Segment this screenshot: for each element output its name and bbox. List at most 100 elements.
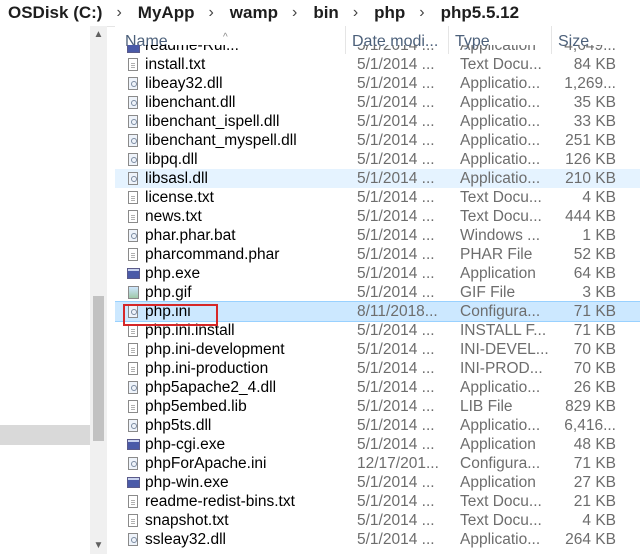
file-name: php5ts.dll xyxy=(145,416,212,434)
table-row[interactable]: phpForApache.ini 12/17/201... Configura...… xyxy=(115,454,640,473)
scrollbar-thumb[interactable] xyxy=(93,296,104,441)
file-size: 84 KB xyxy=(573,55,616,73)
file-type: Application xyxy=(460,45,536,54)
scroll-down-arrow-icon[interactable]: ▼ xyxy=(90,537,107,554)
file-size: 71 KB xyxy=(573,321,616,339)
table-row[interactable]: php.exe 5/1/2014 ... Application 64 KB xyxy=(115,264,640,283)
file-size: 48 KB xyxy=(573,435,616,453)
file-size: 4 KB xyxy=(582,188,616,206)
file-size: 444 KB xyxy=(565,207,616,225)
navigation-pane-selected-item[interactable] xyxy=(0,425,90,445)
table-row[interactable]: readme-redist-bins.txt 5/1/2014 ... Text D… xyxy=(115,492,640,511)
table-row[interactable]: libeay32.dll 5/1/2014 ... Applicatio... 1,2… xyxy=(115,74,640,93)
navigation-pane-scrollbar[interactable]: ▲ ▼ xyxy=(90,26,107,554)
dll-file-icon xyxy=(126,380,140,395)
table-row[interactable]: news.txt 5/1/2014 ... Text Docu... 444 KB xyxy=(115,207,640,226)
file-size: 71 KB xyxy=(573,454,616,472)
dll-file-icon xyxy=(126,114,140,129)
file-size: 4 KB xyxy=(582,511,616,529)
breadcrumb-item[interactable]: php xyxy=(366,3,407,23)
table-row[interactable]: phar.phar.bat 5/1/2014 ... Windows ... 1 KB xyxy=(115,226,640,245)
table-row[interactable]: libenchant_myspell.dll 5/1/2014 ... Applic… xyxy=(115,131,640,150)
file-name: php5embed.lib xyxy=(145,397,247,415)
dll-file-icon xyxy=(126,133,140,148)
table-row[interactable]: php.ini-production 5/1/2014 ... INI-PROD..… xyxy=(115,359,640,378)
file-type: Text Docu... xyxy=(460,511,542,529)
annotation-highlight-box xyxy=(123,304,218,326)
table-row[interactable]: libenchant_ispell.dll 5/1/2014 ... Applica… xyxy=(115,112,640,131)
navigation-pane[interactable] xyxy=(0,26,90,554)
file-size: 4,649... xyxy=(564,45,616,54)
text-file-icon xyxy=(126,399,140,414)
breadcrumb-item[interactable]: bin xyxy=(305,3,341,23)
file-date: 5/1/2014 ... xyxy=(357,245,435,263)
breadcrumb-separator-icon[interactable]: › xyxy=(280,4,305,22)
file-name: readme-redist-bins.txt xyxy=(145,492,295,510)
breadcrumb-item[interactable]: php5.5.12 xyxy=(433,3,521,23)
file-date: 5/1/2014 ... xyxy=(357,150,435,168)
file-type: Applicatio... xyxy=(460,169,541,187)
table-row[interactable]: pharcommand.phar 5/1/2014 ... PHAR File 52 … xyxy=(115,245,640,264)
table-row[interactable]: license.txt 5/1/2014 ... Text Docu... 4 KB xyxy=(115,188,640,207)
file-date: 5/1/2014 ... xyxy=(357,74,435,92)
file-size: 3 KB xyxy=(582,283,616,301)
breadcrumb-separator-icon[interactable]: › xyxy=(104,4,129,22)
table-row[interactable]: php.ini-development 5/1/2014 ... INI-DEVEL… xyxy=(115,340,640,359)
file-date: 5/1/2014 ... xyxy=(357,207,435,225)
file-date: 5/1/2014 ... xyxy=(357,435,435,453)
table-row[interactable]: libsasl.dll 5/1/2014 ... Applicatio... 210 … xyxy=(115,169,640,188)
file-type: Application xyxy=(460,264,536,282)
text-file-icon xyxy=(126,190,140,205)
table-row[interactable]: php5apache2_4.dll 5/1/2014 ... Applicatio.… xyxy=(115,378,640,397)
file-type: Applicatio... xyxy=(460,93,541,111)
text-file-icon xyxy=(126,247,140,262)
table-row[interactable]: php-cgi.exe 5/1/2014 ... Application 48 KB xyxy=(115,435,640,454)
table-row[interactable]: ssleay32.dll 5/1/2014 ... Applicatio... 264… xyxy=(115,530,640,549)
breadcrumb-item[interactable]: wamp xyxy=(222,3,280,23)
scroll-up-arrow-icon[interactable]: ▲ xyxy=(90,26,107,43)
file-size: 6,416... xyxy=(564,416,616,434)
table-row[interactable]: php-win.exe 5/1/2014 ... Application 27 KB xyxy=(115,473,640,492)
breadcrumb-separator-icon[interactable]: › xyxy=(407,4,432,22)
breadcrumb-separator-icon[interactable]: › xyxy=(196,4,221,22)
file-type: Text Docu... xyxy=(460,55,542,73)
file-type: Application xyxy=(460,435,536,453)
table-row-partial[interactable]: readme-Rul... 5/1/2014 ... Application 4… xyxy=(115,45,640,55)
table-row[interactable]: snapshot.txt 5/1/2014 ... Text Docu... 4 KB xyxy=(115,511,640,530)
file-date: 5/1/2014 ... xyxy=(357,378,435,396)
file-date: 5/1/2014 ... xyxy=(357,283,435,301)
file-date: 5/1/2014 ... xyxy=(357,340,435,358)
file-name: php.ini-production xyxy=(145,359,269,377)
file-size: 264 KB xyxy=(565,530,616,548)
text-file-icon xyxy=(126,361,140,376)
table-row[interactable]: php.gif 5/1/2014 ... GIF File 3 KB xyxy=(115,283,640,302)
file-name: libeay32.dll xyxy=(145,74,223,92)
exe-file-icon xyxy=(126,437,140,452)
file-type: PHAR File xyxy=(460,245,533,263)
text-file-icon xyxy=(126,342,140,357)
dll-file-icon xyxy=(126,95,140,110)
file-date: 5/1/2014 ... xyxy=(357,511,435,529)
table-row[interactable]: php5ts.dll 5/1/2014 ... Applicatio... 6,416… xyxy=(115,416,640,435)
table-row[interactable]: php5embed.lib 5/1/2014 ... LIB File 829 KB xyxy=(115,397,640,416)
file-size: 64 KB xyxy=(573,264,616,282)
file-type: Text Docu... xyxy=(460,492,542,510)
file-name: libsasl.dll xyxy=(145,169,208,187)
dll-file-icon xyxy=(126,418,140,433)
file-name: libenchant_ispell.dll xyxy=(145,112,280,130)
breadcrumb-item[interactable]: OSDisk (C:) xyxy=(0,3,104,23)
file-date: 5/1/2014 ... xyxy=(357,188,435,206)
breadcrumb-separator-icon[interactable]: › xyxy=(341,4,366,22)
table-row[interactable]: libenchant.dll 5/1/2014 ... Applicatio... 3… xyxy=(115,93,640,112)
table-row[interactable]: libpq.dll 5/1/2014 ... Applicatio... 126 KB xyxy=(115,150,640,169)
file-type: LIB File xyxy=(460,397,513,415)
breadcrumb-item[interactable]: MyApp xyxy=(130,3,197,23)
table-row[interactable]: install.txt 5/1/2014 ... Text Docu... 84 KB xyxy=(115,55,640,74)
file-type: INSTALL F... xyxy=(460,321,547,339)
file-name: pharcommand.phar xyxy=(145,245,280,263)
file-type: Applicatio... xyxy=(460,530,541,548)
file-size: 21 KB xyxy=(573,492,616,510)
exe-file-icon xyxy=(126,45,140,55)
file-type: INI-PROD... xyxy=(460,359,543,377)
dll-file-icon xyxy=(126,171,140,186)
